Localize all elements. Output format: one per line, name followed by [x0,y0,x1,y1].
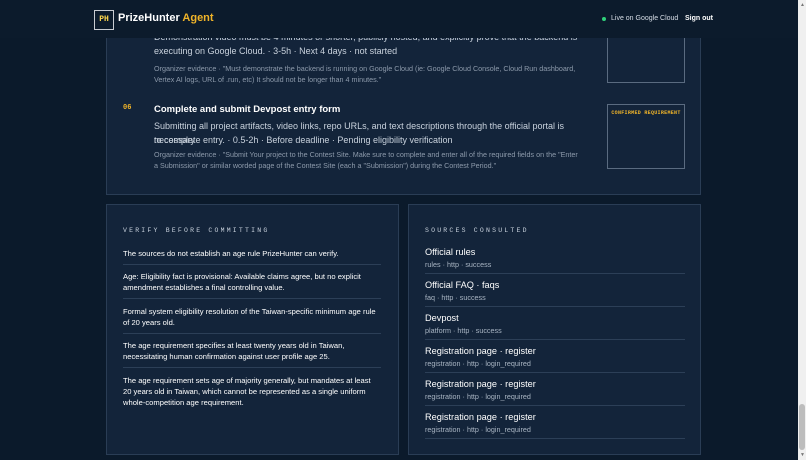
divider [425,372,685,373]
divider [123,333,381,334]
cloud-status-label: Live on Google Cloud [611,15,679,22]
sign-out-button[interactable]: Sign out [685,15,713,22]
source-item[interactable]: Registration page · register registratio… [425,379,685,401]
brand-main: PrizeHunter [118,12,180,24]
scroll-down-arrow-icon[interactable]: ▼ [800,452,805,458]
source-item[interactable]: Registration page · register registratio… [425,412,685,434]
divider [425,306,685,307]
source-title: Official rules [425,247,476,257]
divider [425,339,685,340]
source-meta: registration · http · login_required [425,425,531,434]
source-item[interactable]: Devpost platform · http · success [425,313,685,335]
source-title: Devpost [425,313,459,323]
verify-item: The sources do not establish an age rule… [123,249,339,258]
brand-name[interactable]: PrizeHunter Agent [118,12,214,24]
divider [425,438,685,439]
step-evidence-1: Organizer evidence · "Submit Your projec… [154,150,578,159]
sources-heading: SOURCES CONSULTED [425,227,529,234]
verify-panel: VERIFY BEFORE COMMITTING The sources do … [106,204,399,455]
status-dot-icon [602,16,606,21]
source-item[interactable]: Official rules rules · http · success [425,247,685,269]
verify-heading: VERIFY BEFORE COMMITTING [123,227,270,234]
divider [123,367,381,368]
divider [425,405,685,406]
verify-item: The age requirement specifies at least t… [123,341,345,361]
divider [425,273,685,274]
source-title: Registration page · register [425,379,536,389]
verify-item: Age: Eligibility fact is provisional: Av… [123,272,361,292]
step-prev-evidence-2: Vertex AI logs, URL of .run, etc) It sho… [154,75,382,84]
cloud-status: Live on Google Cloud [602,15,678,22]
source-title: Registration page · register [425,412,536,422]
step-prev-evidence-1: Organizer evidence · "Must demonstrate t… [154,64,576,73]
source-meta: registration · http · login_required [425,359,531,368]
step-title: Complete and submit Devpost entry form [154,104,341,115]
source-meta: rules · http · success [425,260,492,269]
brand-accent: Agent [182,12,214,24]
step-body-2: to complete entry. · 0.5-2h · Before dea… [154,135,453,145]
step-evidence-2: a Submission" or similar worded page of … [154,161,497,170]
verify-item: The age requirement sets age of majority… [123,376,371,407]
logo[interactable]: PH [94,10,114,30]
verify-item: Formal system eligibility resolution of … [123,307,376,327]
step-prev-body-2: executing on Google Cloud. · 3-5h · Next… [154,46,398,56]
source-meta: registration · http · login_required [425,392,531,401]
top-bar: PH PrizeHunter Agent Live on Google Clou… [0,0,798,38]
source-item[interactable]: Registration page · register registratio… [425,346,685,368]
divider [123,264,381,265]
scrollbar-thumb[interactable] [799,404,805,450]
source-title: Registration page · register [425,346,536,356]
sources-panel: SOURCES CONSULTED Official rules rules ·… [408,204,701,455]
source-title: Official FAQ · faqs [425,280,500,290]
confirmed-requirement-badge: CONFIRMED REQUIREMENT [611,110,681,116]
requirement-box: CONFIRMED REQUIREMENT [607,104,685,169]
source-meta: platform · http · success [425,326,502,335]
vertical-scrollbar[interactable]: ▲ ▼ [798,0,806,460]
source-item[interactable]: Official FAQ · faqs faq · http · success [425,280,685,302]
source-meta: faq · http · success [425,293,486,302]
step-number: 06 [123,104,132,112]
divider [123,298,381,299]
scroll-up-arrow-icon[interactable]: ▲ [800,2,805,8]
